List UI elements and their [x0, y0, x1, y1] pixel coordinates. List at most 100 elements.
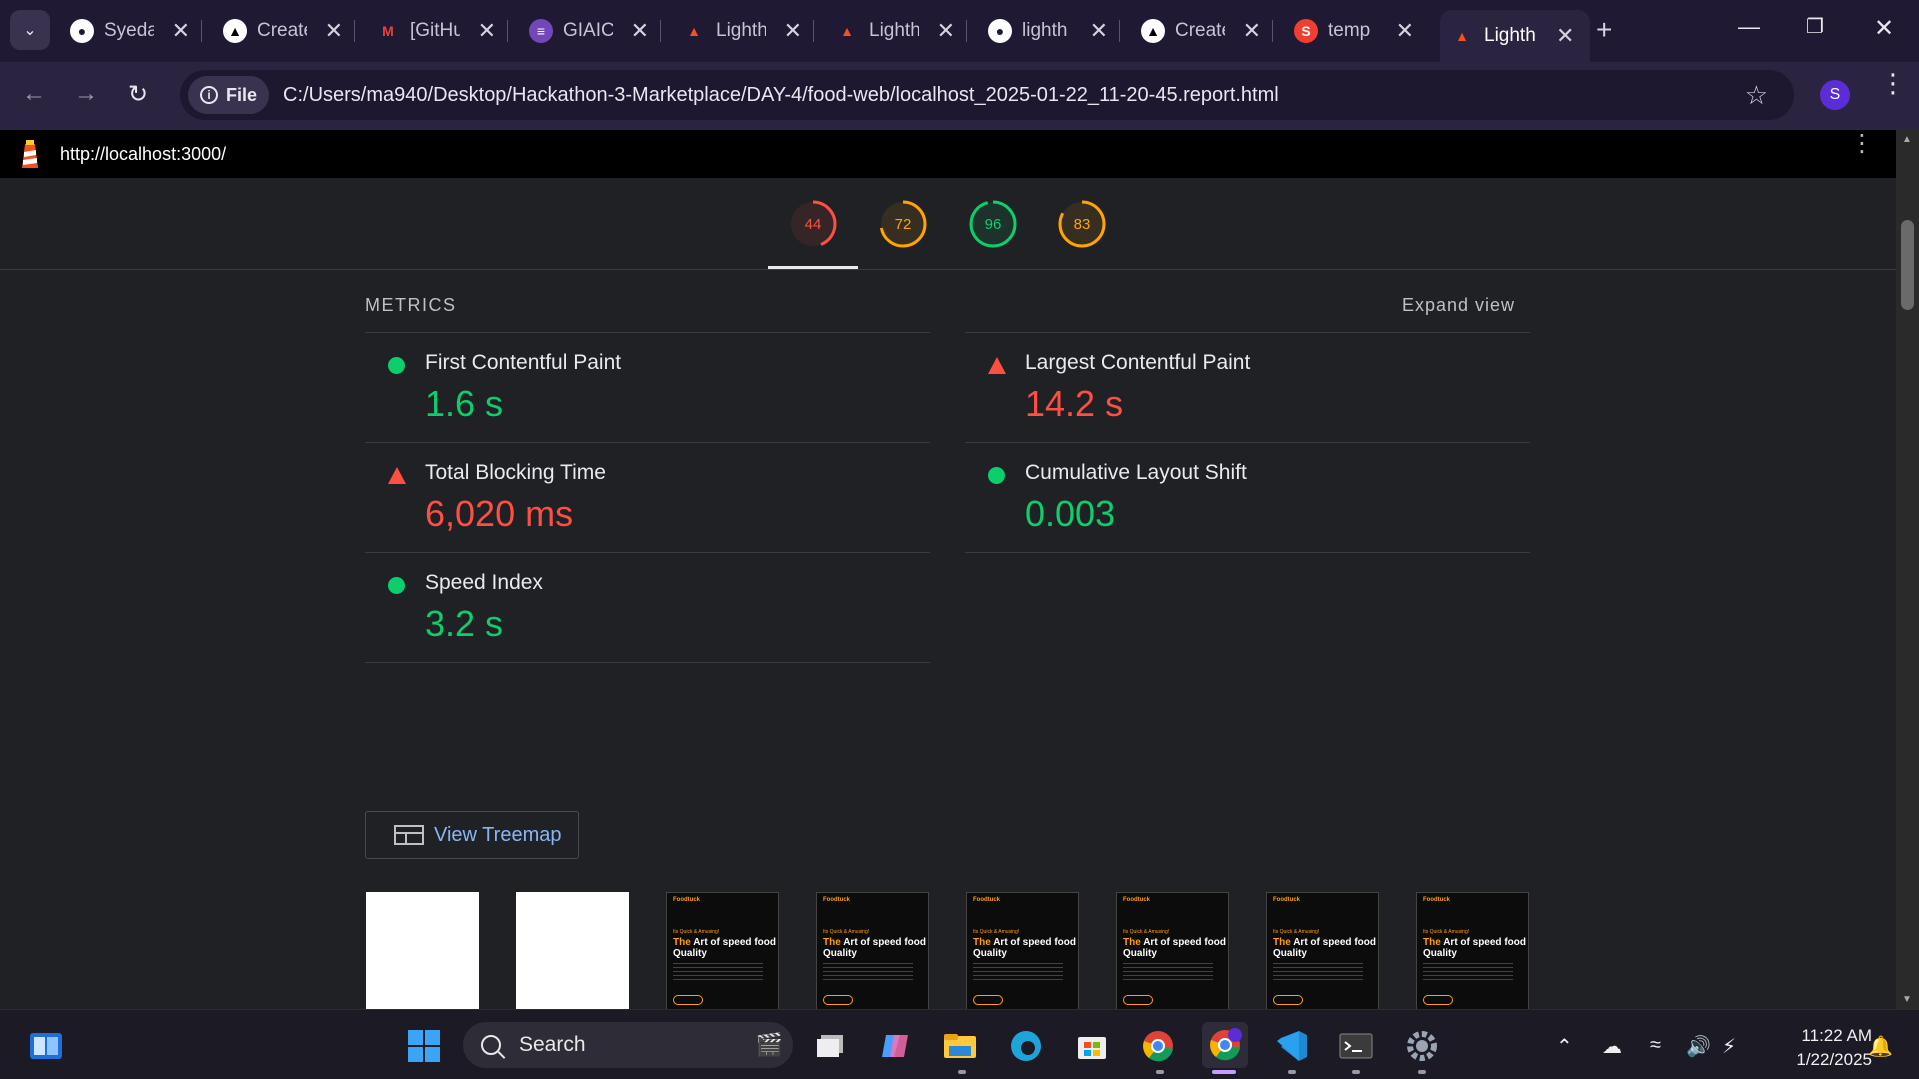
pass-circle-icon — [388, 577, 405, 594]
frame-menu-button — [673, 995, 703, 1005]
browser-tab[interactable]: ● lighth ✕ — [978, 10, 1120, 52]
system-clock[interactable]: 11:22 AM 1/22/2025 — [1772, 1024, 1872, 1072]
filmstrip-frame: Foodtuck Its Quick & Amusing! The Art of s… — [1116, 892, 1229, 1009]
metric-row: Total Blocking Time 6,020 ms — [365, 442, 930, 552]
browser-tab[interactable]: Stemp ✕ — [1284, 10, 1424, 52]
site-info-chip[interactable]: i File — [188, 76, 270, 114]
address-bar[interactable]: i File C:/Users/ma940/Desktop/Hackathon-… — [180, 70, 1794, 120]
scroll-down-icon[interactable]: ▼ — [1902, 994, 1912, 1005]
start-windows-icon[interactable] — [406, 1028, 442, 1064]
terminal-icon[interactable] — [1338, 1028, 1374, 1064]
metric-divider — [965, 552, 1530, 553]
taskbar-search-label: Search — [519, 1033, 586, 1056]
report-url[interactable]: http://localhost:3000/ — [60, 144, 226, 165]
lighthouse-icon: ▲ — [1455, 28, 1469, 44]
filmstrip-frame: Foodtuck Its Quick & Amusing! The Art of s… — [666, 892, 779, 1009]
browser-menu-icon[interactable]: ⋮ — [1880, 70, 1906, 96]
close-window-button[interactable]: ✕ — [1874, 14, 1894, 43]
back-button[interactable]: ← — [22, 80, 46, 108]
minimize-button[interactable]: — — [1738, 14, 1760, 40]
scroll-up-icon[interactable]: ▲ — [1902, 134, 1912, 145]
frame-heading: The Art of speed food Quality — [973, 937, 1078, 959]
metric-label: Speed Index — [425, 571, 543, 594]
close-tab-icon[interactable]: ✕ — [172, 18, 190, 44]
metric-label: First Contentful Paint — [425, 351, 622, 374]
active-gauge-underline — [768, 266, 858, 269]
chrome-profile-icon[interactable] — [1202, 1022, 1248, 1068]
forward-button[interactable]: → — [74, 80, 98, 108]
close-tab-icon[interactable]: ✕ — [1396, 18, 1414, 44]
lighthouse-icon: ▲ — [687, 23, 701, 39]
copilot-icon[interactable] — [878, 1028, 914, 1064]
frame-heading-accent: The — [1273, 937, 1291, 948]
gmail-icon: M — [382, 23, 394, 39]
frame-paragraph — [1273, 963, 1363, 981]
widgets-icon[interactable] — [28, 1028, 64, 1064]
running-indicator — [1418, 1070, 1426, 1074]
frame-brand: Foodtuck — [823, 897, 850, 903]
frame-heading-accent: The — [1123, 937, 1141, 948]
browser-tab[interactable]: ≡ GIAIC ✕ — [519, 10, 661, 52]
report-menu-icon[interactable]: ⋮ — [1850, 132, 1874, 156]
score-value: 83 — [1073, 215, 1091, 233]
profile-avatar[interactable]: S — [1820, 80, 1850, 110]
bookmark-star-icon[interactable]: ☆ — [1745, 80, 1768, 111]
reload-button[interactable]: ↻ — [128, 80, 148, 109]
frame-heading: The Art of speed food Quality — [1423, 937, 1528, 959]
battery-icon[interactable]: ⚡ — [1722, 1034, 1736, 1059]
close-tab-icon[interactable]: ✕ — [1243, 18, 1261, 44]
frame-brand: Foodtuck — [973, 897, 1000, 903]
frame-menu-button — [1273, 995, 1303, 1005]
frame-paragraph — [823, 963, 913, 981]
task-view-icon[interactable] — [812, 1028, 848, 1064]
browser-tab[interactable]: M [GitHu ✕ — [366, 10, 508, 52]
browser-tab[interactable]: ▲ Lighth ✕ — [1440, 10, 1590, 62]
tray-chevron-up-icon[interactable]: ⌃ — [1556, 1034, 1573, 1059]
notification-bell-icon[interactable]: 🔔 — [1868, 1034, 1893, 1059]
file-chip-label: File — [226, 84, 258, 105]
url-text[interactable]: C:/Users/ma940/Desktop/Hackathon-3-Marke… — [283, 84, 1279, 107]
settings-gear-icon[interactable] — [1404, 1028, 1440, 1064]
tab-strip: ⌄ ● Syeda ✕ ▲ Create ✕ M [GitHu ✕ ≡ GIAIC ✕ ▲ Lighth ✕… — [0, 0, 1919, 62]
fail-triangle-icon — [988, 357, 1006, 374]
browser-tab[interactable]: ▲ Create ✕ — [1131, 10, 1273, 52]
frame-tagline: Its Quick & Amusing! — [1123, 929, 1170, 935]
reload-icon: ↻ — [128, 81, 149, 108]
frame-tagline: Its Quick & Amusing! — [673, 929, 720, 935]
page-scrollbar[interactable]: ▲ ▼ — [1896, 130, 1919, 1009]
filmstrip: Foodtuck Its Quick & Amusing! The Art of s… — [366, 892, 1530, 1009]
chrome-icon[interactable] — [1140, 1028, 1176, 1064]
frame-brand: Foodtuck — [673, 897, 700, 903]
scrollbar-thumb[interactable] — [1901, 220, 1914, 310]
close-tab-icon[interactable]: ✕ — [631, 18, 649, 44]
active-indicator — [1212, 1070, 1236, 1074]
tab-search-button[interactable]: ⌄ — [10, 10, 50, 50]
close-tab-icon[interactable]: ✕ — [1090, 18, 1108, 44]
github-icon: ● — [988, 19, 1012, 43]
vscode-icon[interactable] — [1274, 1028, 1310, 1064]
frame-heading: The Art of speed food Quality — [673, 937, 778, 959]
close-tab-icon[interactable]: ✕ — [784, 18, 802, 44]
view-treemap-button[interactable]: View Treemap — [365, 811, 579, 859]
metrics-left-column: First Contentful Paint 1.6 s Total Blockin… — [365, 332, 930, 663]
close-tab-icon[interactable]: ✕ — [937, 18, 955, 44]
browser-tab[interactable]: ▲ Lighth ✕ — [825, 10, 967, 52]
close-tab-icon[interactable]: ✕ — [1556, 23, 1574, 49]
restore-button[interactable]: ❐ — [1806, 14, 1824, 39]
metrics-right-column: Largest Contentful Paint 14.2 s Cumulative… — [965, 332, 1530, 553]
taskbar-search[interactable]: Search 🎬 — [463, 1022, 793, 1068]
browser-tab[interactable]: ▲ Create ✕ — [213, 10, 355, 52]
metric-value: 1.6 s — [425, 383, 504, 424]
expand-view-toggle[interactable]: Expand view — [1402, 295, 1515, 316]
new-tab-button[interactable]: + — [1596, 14, 1612, 46]
close-tab-icon[interactable]: ✕ — [325, 18, 343, 44]
close-tab-icon[interactable]: ✕ — [478, 18, 496, 44]
volume-icon[interactable]: 🔊 — [1686, 1034, 1711, 1059]
browser-tab[interactable]: ● Syeda ✕ — [60, 10, 202, 52]
onedrive-icon[interactable]: ☁ — [1602, 1034, 1622, 1059]
store-icon[interactable] — [1074, 1028, 1110, 1064]
browser-tab[interactable]: ▲ Lighth ✕ — [672, 10, 814, 52]
wifi-icon[interactable]: ≈ — [1650, 1034, 1661, 1057]
file-explorer-icon[interactable] — [942, 1028, 978, 1064]
edge-icon[interactable] — [1008, 1028, 1044, 1064]
